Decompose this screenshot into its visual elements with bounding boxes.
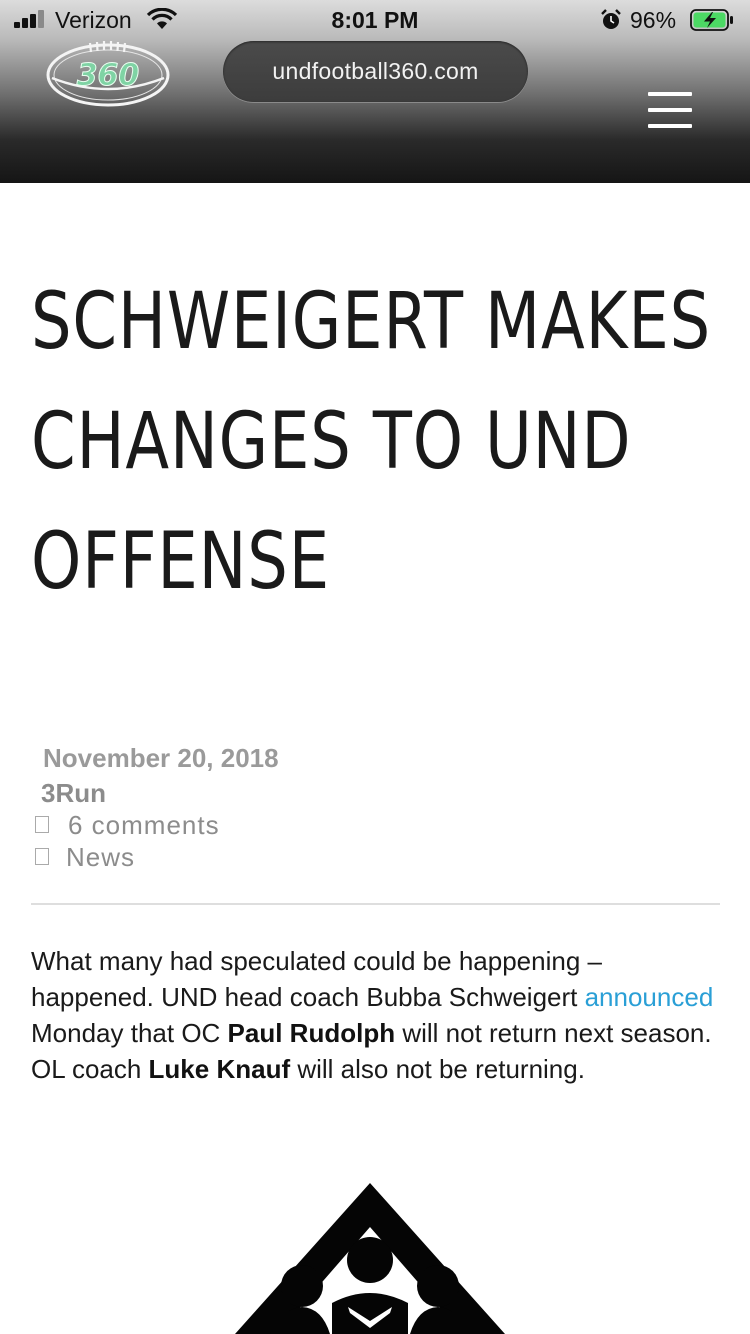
comments-link[interactable]: 6 comments — [35, 810, 220, 841]
folder-icon — [35, 847, 49, 865]
site-logo-icon[interactable]: 360 — [44, 38, 172, 110]
hamburger-menu-icon[interactable] — [648, 92, 694, 130]
comments-icon — [35, 815, 49, 833]
site-logo-text: 360 — [77, 58, 140, 93]
comments-count: 6 comments — [68, 810, 220, 840]
battery-percent: 96% — [630, 7, 677, 33]
announced-link[interactable]: announced — [585, 982, 714, 1012]
category-link[interactable]: News — [35, 842, 135, 873]
category-label: News — [66, 842, 136, 872]
post-author[interactable]: 3Run — [41, 778, 106, 809]
article-title: SCHWEIGERT MAKES CHANGES TO UND OFFENSE — [31, 277, 712, 607]
paragraph-text: will also not be returning. — [290, 1054, 585, 1084]
site-header: Verizon 8:01 PM 96% 360 undfootball360.c… — [0, 0, 750, 183]
article-image — [235, 1183, 505, 1334]
article-paragraph: What many had speculated could be happen… — [31, 943, 721, 1087]
post-date[interactable]: November 20, 2018 — [43, 743, 279, 774]
status-bar: Verizon 8:01 PM 96% — [0, 0, 750, 40]
divider — [31, 903, 720, 905]
url-bar[interactable]: undfootball360.com — [223, 41, 528, 102]
person-name: Paul Rudolph — [227, 1018, 396, 1048]
alarm-icon — [601, 9, 621, 29]
person-name: Luke Knauf — [148, 1054, 291, 1084]
paragraph-text: What many had speculated could be happen… — [31, 946, 602, 1012]
battery-charging-icon — [690, 9, 733, 31]
paragraph-text: Monday that OC — [31, 1018, 228, 1048]
